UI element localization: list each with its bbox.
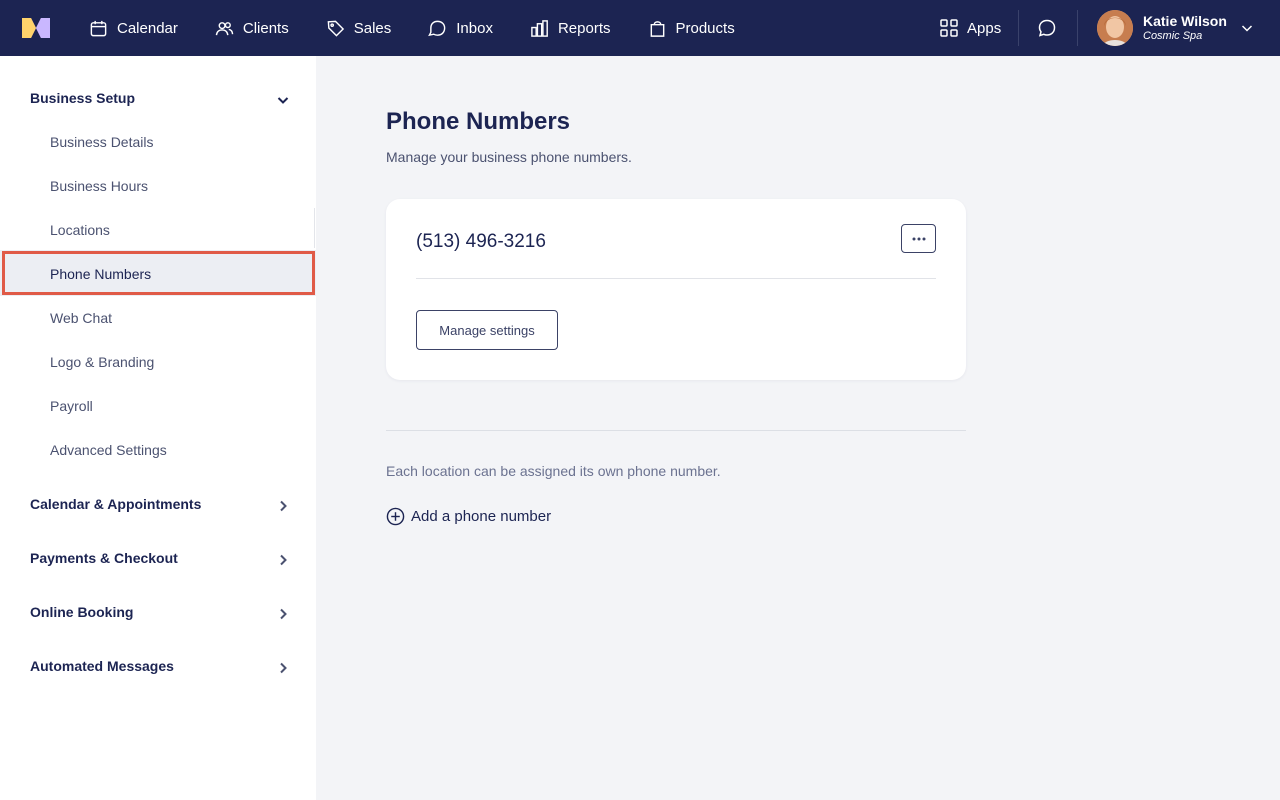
plus-circle-icon <box>386 507 405 525</box>
section-payments-checkout[interactable]: Payments & Checkout <box>30 550 290 570</box>
user-org: Cosmic Spa <box>1143 30 1203 42</box>
more-horizontal-icon <box>912 237 925 240</box>
selection-highlight-box <box>2 251 315 295</box>
section-divider <box>386 430 966 431</box>
sidebar-item-business-details[interactable]: Business Details <box>50 134 154 150</box>
section-label: Payments & Checkout <box>30 550 178 566</box>
nav-sales-label: Sales <box>353 19 392 37</box>
chevron-right-icon <box>280 662 287 674</box>
sidebar-item-locations[interactable]: Locations <box>50 222 110 238</box>
sidebar-item-advanced-settings[interactable]: Advanced Settings <box>50 442 167 458</box>
chevron-right-icon <box>280 554 287 566</box>
clients-icon <box>215 21 234 35</box>
nav-clients-label: Clients <box>242 19 289 37</box>
section-business-setup[interactable]: Business Setup <box>30 90 290 110</box>
grid-icon <box>940 19 958 37</box>
add-phone-number-label: Add a phone number <box>411 507 552 525</box>
sidebar-item-payroll[interactable]: Payroll <box>50 398 93 414</box>
top-navigation-bar: Calendar Clients Sales Inbox Reports Pro… <box>0 0 1280 56</box>
sidebar-item-logo-branding[interactable]: Logo & Branding <box>50 354 154 370</box>
phone-number: (513) 496-3216 <box>416 231 546 252</box>
user-photo <box>1097 10 1133 46</box>
nav-products-label: Products <box>675 19 735 37</box>
avatar[interactable] <box>1097 10 1133 46</box>
page-subtitle: Manage your business phone numbers. <box>386 149 632 165</box>
inbox-icon <box>428 20 446 36</box>
chevron-right-icon <box>280 500 287 512</box>
sidebar-item-web-chat[interactable]: Web Chat <box>50 310 112 326</box>
topbar-divider <box>1018 10 1019 46</box>
section-label: Automated Messages <box>30 658 174 674</box>
nav-sales[interactable]: Sales <box>326 0 392 56</box>
card-divider <box>416 278 936 279</box>
nav-inbox[interactable]: Inbox <box>428 0 493 56</box>
section-automated-messages[interactable]: Automated Messages <box>30 658 290 678</box>
sidebar-divider <box>314 208 315 248</box>
add-phone-number-link[interactable]: Add a phone number <box>386 506 551 526</box>
nav-reports-label: Reports <box>557 19 611 37</box>
calendar-icon <box>90 20 107 36</box>
brand-logo[interactable] <box>22 18 50 38</box>
chevron-right-icon <box>280 608 287 620</box>
manage-settings-button[interactable]: Manage settings <box>416 310 558 350</box>
settings-sidebar: Business Setup Business Details Business… <box>0 56 316 800</box>
nav-calendar[interactable]: Calendar <box>89 0 178 56</box>
section-online-booking[interactable]: Online Booking <box>30 604 290 624</box>
chevron-down-icon[interactable] <box>1240 21 1254 35</box>
nav-calendar-label: Calendar <box>117 19 178 37</box>
main-nav: Calendar Clients Sales Inbox Reports Pro… <box>89 0 772 56</box>
section-label: Calendar & Appointments <box>30 496 202 512</box>
reports-icon <box>531 19 548 37</box>
sidebar-item-business-hours[interactable]: Business Hours <box>50 178 148 194</box>
section-label: Online Booking <box>30 604 134 620</box>
page-title: Phone Numbers <box>386 108 571 135</box>
chevron-down-icon <box>277 97 289 104</box>
nav-inbox-label: Inbox <box>456 19 493 37</box>
nav-clients[interactable]: Clients <box>215 0 289 56</box>
phone-number-card: (513) 496-3216 Manage settings <box>386 199 966 380</box>
user-name[interactable]: Katie Wilson <box>1143 13 1227 29</box>
apps-button[interactable]: Apps <box>939 0 1001 56</box>
section-calendar-appointments[interactable]: Calendar & Appointments <box>30 496 290 516</box>
apps-label: Apps <box>967 19 1002 37</box>
section-label: Business Setup <box>30 90 136 106</box>
more-options-button[interactable] <box>901 224 936 253</box>
nav-products[interactable]: Products <box>648 0 735 56</box>
tag-icon <box>327 20 344 37</box>
topbar-divider <box>1077 10 1078 46</box>
chat-icon[interactable] <box>1037 18 1057 38</box>
nav-reports[interactable]: Reports <box>530 0 611 56</box>
info-text: Each location can be assigned its own ph… <box>386 463 721 479</box>
bag-icon <box>650 20 664 37</box>
